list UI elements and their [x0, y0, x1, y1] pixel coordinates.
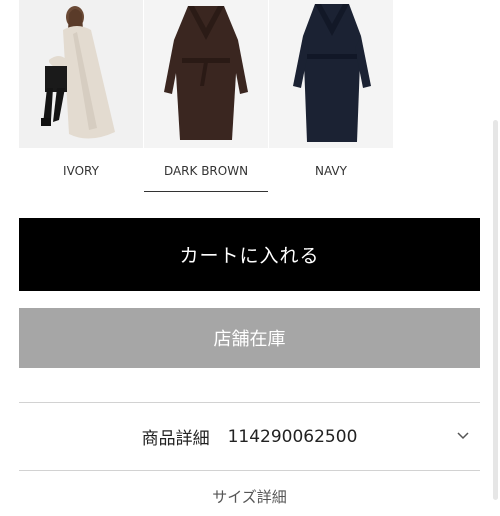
size-detail-row[interactable]: サイズ詳細: [19, 486, 480, 516]
color-label-navy[interactable]: NAVY: [269, 160, 393, 192]
ivory-coat-model-image: [19, 0, 143, 148]
store-stock-button[interactable]: 店舗在庫: [19, 308, 480, 368]
color-label-dark-brown[interactable]: DARK BROWN: [144, 160, 268, 192]
product-detail-row[interactable]: 商品詳細 114290062500: [19, 403, 480, 470]
swatch-dark-brown[interactable]: [144, 0, 268, 148]
dark-brown-coat-image: [144, 0, 268, 148]
product-number: 114290062500: [227, 426, 358, 447]
color-swatch-list: [19, 0, 393, 148]
product-detail-title: 商品詳細: [141, 429, 210, 449]
divider-bottom: [19, 470, 480, 471]
add-to-cart-button[interactable]: カートに入れる: [19, 218, 480, 291]
navy-coat-image: [269, 0, 393, 148]
color-label-ivory[interactable]: IVORY: [19, 160, 143, 192]
scrollbar[interactable]: [493, 120, 498, 500]
swatch-navy[interactable]: [269, 0, 393, 148]
color-label-row: IVORY DARK BROWN NAVY: [19, 160, 393, 192]
chevron-down-icon[interactable]: [456, 429, 470, 443]
swatch-ivory[interactable]: [19, 0, 143, 148]
